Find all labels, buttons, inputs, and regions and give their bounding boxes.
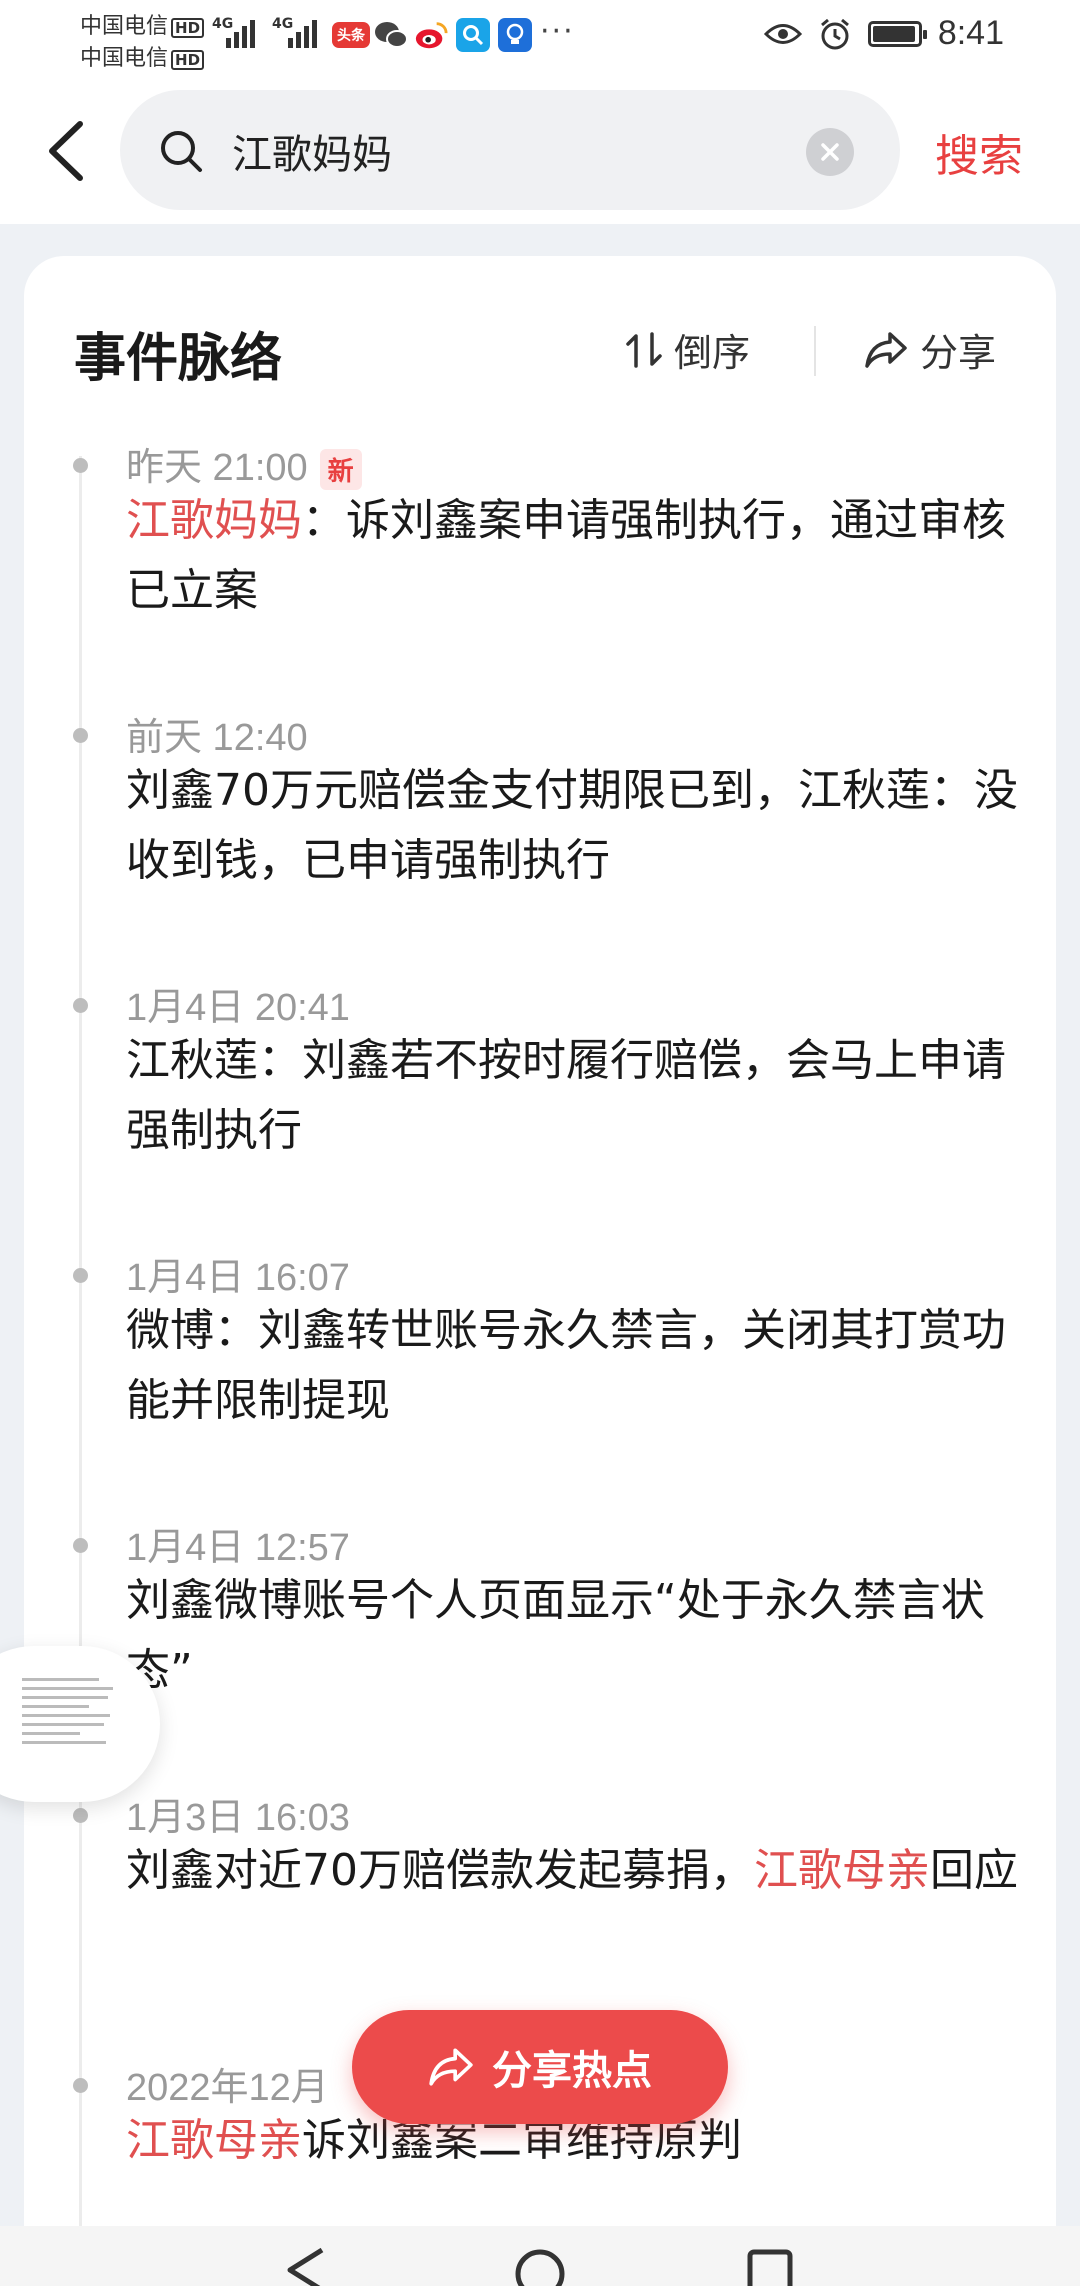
search-icon [161,131,202,172]
wechat-icon [374,18,408,52]
floating-document-thumbnail[interactable] [0,1646,160,1802]
timeline-dot [73,1808,88,1823]
timeline-time: 1月4日 16:07 [126,1257,350,1299]
timeline-text: 刘鑫对近70万赔偿款发起募捐，江歌母亲回应 [126,1845,1018,1896]
more-notifications-icon: ··· [540,14,575,49]
timeline-time: 2022年12月 [126,2067,329,2109]
status-bar: 中国电信 HD 中国电信 HD 4G 4G 头条 ··· 8:41 [0,0,1080,74]
signal-icon-2 [288,16,317,48]
sort-order-button[interactable]: 倒序 [624,322,750,377]
search-button[interactable]: 搜索 [935,120,1023,184]
share-icon [865,331,907,368]
search-header: 江歌妈妈 搜索 [0,74,1080,224]
system-nav-bar [0,2226,1080,2286]
timeline-time: 昨天 21:00 新 [126,436,362,491]
timeline-text: 江秋莲：刘鑫若不按时履行赔偿，会马上申请强制执行 [126,1035,1006,1156]
eye-comfort-icon [763,23,802,44]
document-preview-icon [22,1672,118,1776]
timeline-dot [73,1268,88,1283]
battery-icon [867,20,927,47]
nav-recents-icon[interactable] [746,2246,796,2286]
lightbulb-icon [498,18,532,52]
timeline-time: 1月3日 16:03 [126,1797,350,1839]
clock-time: 8:41 [937,14,1004,52]
header-divider [814,326,816,376]
timeline-text: 刘鑫微博账号个人页面显示“处于永久禁言状态” [126,1575,985,1696]
timeline-time: 1月4日 12:57 [126,1527,350,1569]
card-title: 事件脉络 [74,329,283,389]
sort-label: 倒序 [674,331,751,375]
share-icon [429,2048,473,2086]
clear-search-button[interactable] [806,128,854,176]
timeline-time: 1月4日 20:41 [126,987,350,1029]
search-input[interactable]: 江歌妈妈 [120,90,900,210]
timeline-dot [73,728,88,743]
carrier-label-1: 中国电信 HD [80,8,205,40]
toutiao-icon: 头条 [332,22,370,48]
timeline-time: 前天 12:40 [126,717,308,759]
new-badge: 新 [319,449,362,491]
event-timeline-card: 事件脉络 倒序 分享 昨天 21:00 新 江歌妈妈：诉刘鑫案申请强制执行，通过审… [24,256,1056,2286]
share-hotspot-button[interactable]: 分享热点 [352,2010,728,2124]
share-hotspot-label: 分享热点 [492,2048,652,2094]
share-button[interactable]: 分享 [864,322,996,377]
signal-icon-1 [226,16,255,48]
chevron-left-icon [49,121,83,181]
nav-home-icon[interactable] [512,2246,568,2286]
back-button[interactable] [40,118,100,184]
timeline-text: 刘鑫70万元赔偿金支付期限已到，江秋莲：没收到钱，已申请强制执行 [126,765,1018,886]
timeline-dot [73,2078,88,2093]
timeline-text: 微博：刘鑫转世账号永久禁言，关闭其打赏功能并限制提现 [126,1305,1006,1426]
search-query-text: 江歌妈妈 [232,132,392,178]
status-right-group: 8:41 [763,14,1004,53]
close-icon [821,143,839,161]
alarm-icon [820,18,849,49]
search-app-icon [456,18,490,52]
timeline-text: 江歌妈妈：诉刘鑫案申请强制执行，通过审核已立案 [126,495,1006,616]
sort-icon [626,331,662,368]
timeline-dot [73,1538,88,1553]
weibo-icon [414,18,448,52]
share-label: 分享 [920,331,997,375]
timeline-dot [73,998,88,1013]
timeline-dot [73,458,88,473]
nav-back-icon[interactable] [282,2246,332,2286]
carrier-label-2: 中国电信 HD [80,40,205,72]
